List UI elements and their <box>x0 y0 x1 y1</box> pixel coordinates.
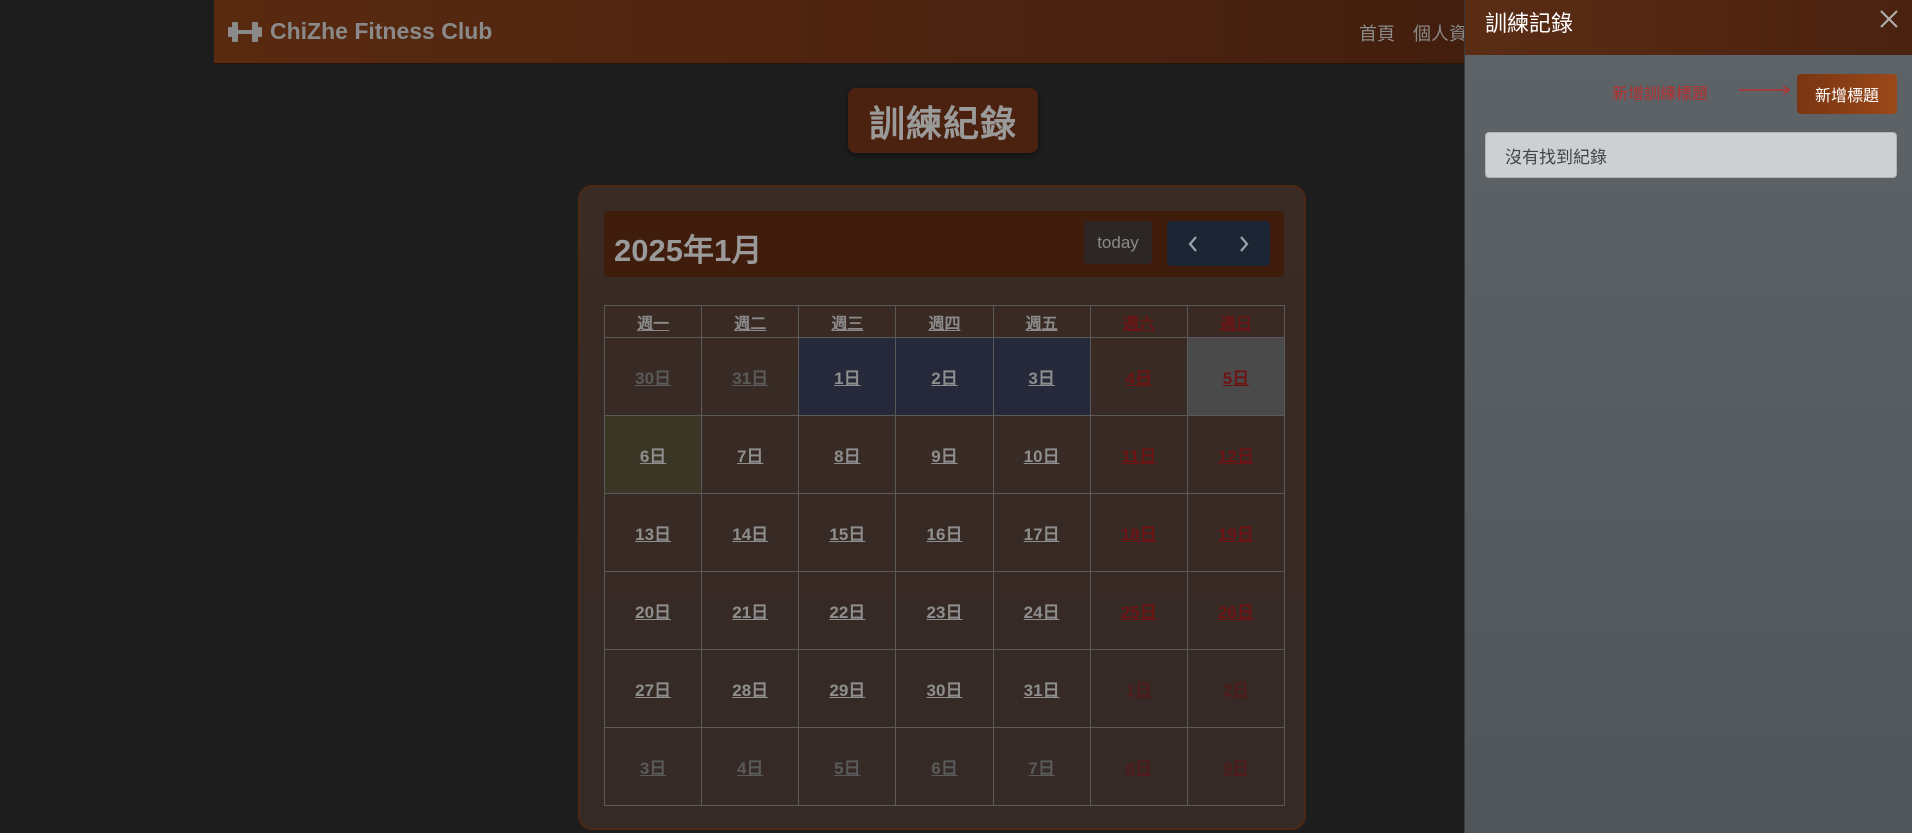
weekday-wed[interactable]: 週三 <box>798 305 897 338</box>
brand-name: ChiZhe Fitness Club <box>270 18 493 44</box>
weekday-sun[interactable]: 週日 <box>1186 305 1286 338</box>
dumbbell-icon <box>228 21 262 42</box>
chevron-left-icon <box>1188 235 1197 252</box>
day-cell[interactable]: 4日 <box>701 727 800 806</box>
day-cell[interactable]: 18日 <box>1089 493 1188 572</box>
page-title: 訓練紀錄 <box>848 88 1038 153</box>
day-cell[interactable]: 12日 <box>1186 415 1286 494</box>
nav-link-home[interactable]: 首頁 <box>1359 20 1395 46</box>
brand[interactable]: ChiZhe Fitness Club <box>228 18 492 45</box>
calendar-toolbar: 2025年1月 today <box>604 211 1284 277</box>
day-cell[interactable]: 31日 <box>992 649 1091 728</box>
calendar-month-label: 2025年1月 <box>614 233 763 268</box>
day-cell[interactable]: 24日 <box>992 571 1091 650</box>
nav-link-profile[interactable]: 個人資 <box>1413 20 1467 46</box>
chevron-right-icon <box>1240 235 1249 252</box>
day-cell[interactable]: 2日 <box>1186 649 1286 728</box>
prev-month-button[interactable] <box>1167 221 1219 266</box>
day-cell[interactable]: 25日 <box>1089 571 1188 650</box>
weekday-tue[interactable]: 週二 <box>701 305 800 338</box>
add-title-button[interactable]: 新增標題 <box>1797 74 1897 114</box>
day-cell[interactable]: 10日 <box>992 415 1091 494</box>
day-cell-today[interactable]: 6日 <box>603 415 703 494</box>
day-cell[interactable]: 1日 <box>798 337 897 416</box>
empty-records-message: 沒有找到紀錄 <box>1485 132 1897 178</box>
day-cell[interactable]: 23日 <box>895 571 994 650</box>
day-cell[interactable]: 21日 <box>701 571 800 650</box>
day-cell[interactable]: 9日 <box>1186 727 1286 806</box>
day-cell[interactable]: 3日 <box>603 727 703 806</box>
day-cell[interactable]: 30日 <box>895 649 994 728</box>
day-cell[interactable]: 13日 <box>603 493 703 572</box>
close-panel-button[interactable] <box>1877 7 1901 31</box>
panel-title: 訓練記錄 <box>1485 11 1574 36</box>
day-cell[interactable]: 28日 <box>701 649 800 728</box>
day-cell[interactable]: 7日 <box>701 415 800 494</box>
calendar-week-row: 27日 28日 29日 30日 31日 1日 2日 <box>603 649 1286 728</box>
day-cell[interactable]: 5日 <box>798 727 897 806</box>
day-cell[interactable]: 5日 <box>1186 337 1286 416</box>
day-cell[interactable]: 29日 <box>798 649 897 728</box>
day-cell[interactable]: 19日 <box>1186 493 1286 572</box>
weekday-fri[interactable]: 週五 <box>992 305 1091 338</box>
today-button[interactable]: today <box>1084 221 1152 264</box>
day-cell[interactable]: 14日 <box>701 493 800 572</box>
day-cell[interactable]: 17日 <box>992 493 1091 572</box>
weekday-mon[interactable]: 週一 <box>603 305 703 338</box>
day-cell[interactable]: 11日 <box>1089 415 1188 494</box>
day-cell[interactable]: 31日 <box>701 337 800 416</box>
calendar-card: 2025年1月 today 週一 週二 週三 週四 週五 週六 週日 30日 3… <box>578 185 1306 830</box>
day-cell[interactable]: 1日 <box>1089 649 1188 728</box>
close-icon <box>1880 10 1898 28</box>
day-cell[interactable]: 8日 <box>1089 727 1188 806</box>
weekday-thu[interactable]: 週四 <box>895 305 994 338</box>
panel-header: 訓練記錄 <box>1465 0 1912 55</box>
weekday-sat[interactable]: 週六 <box>1089 305 1188 338</box>
day-cell[interactable]: 3日 <box>992 337 1091 416</box>
arrow-right-icon <box>1739 85 1791 95</box>
calendar-week-row: 3日 4日 5日 6日 7日 8日 9日 <box>603 727 1286 806</box>
day-cell[interactable]: 2日 <box>895 337 994 416</box>
calendar-grid: 週一 週二 週三 週四 週五 週六 週日 30日 31日 1日 2日 3日 4日… <box>603 305 1286 806</box>
nav-links: 首頁 個人資 <box>1359 20 1467 46</box>
day-cell[interactable]: 16日 <box>895 493 994 572</box>
day-cell[interactable]: 26日 <box>1186 571 1286 650</box>
training-record-panel: 訓練記錄 新增訓練標題 新增標題 沒有找到紀錄 <box>1464 0 1912 833</box>
calendar-week-row: 6日 7日 8日 9日 10日 11日 12日 <box>603 415 1286 494</box>
next-month-button[interactable] <box>1219 221 1271 266</box>
calendar-week-row: 30日 31日 1日 2日 3日 4日 5日 <box>603 337 1286 416</box>
calendar-week-row: 20日 21日 22日 23日 24日 25日 26日 <box>603 571 1286 650</box>
month-nav-group <box>1167 221 1270 266</box>
day-cell[interactable]: 15日 <box>798 493 897 572</box>
weekday-header-row: 週一 週二 週三 週四 週五 週六 週日 <box>603 305 1286 338</box>
day-cell[interactable]: 30日 <box>603 337 703 416</box>
day-cell[interactable]: 20日 <box>603 571 703 650</box>
day-cell[interactable]: 6日 <box>895 727 994 806</box>
day-cell[interactable]: 22日 <box>798 571 897 650</box>
day-cell[interactable]: 27日 <box>603 649 703 728</box>
day-cell[interactable]: 8日 <box>798 415 897 494</box>
add-title-hint: 新增訓練標題 <box>1612 86 1709 103</box>
day-cell[interactable]: 9日 <box>895 415 994 494</box>
calendar-week-row: 13日 14日 15日 16日 17日 18日 19日 <box>603 493 1286 572</box>
day-cell[interactable]: 7日 <box>992 727 1091 806</box>
day-cell[interactable]: 4日 <box>1089 337 1188 416</box>
